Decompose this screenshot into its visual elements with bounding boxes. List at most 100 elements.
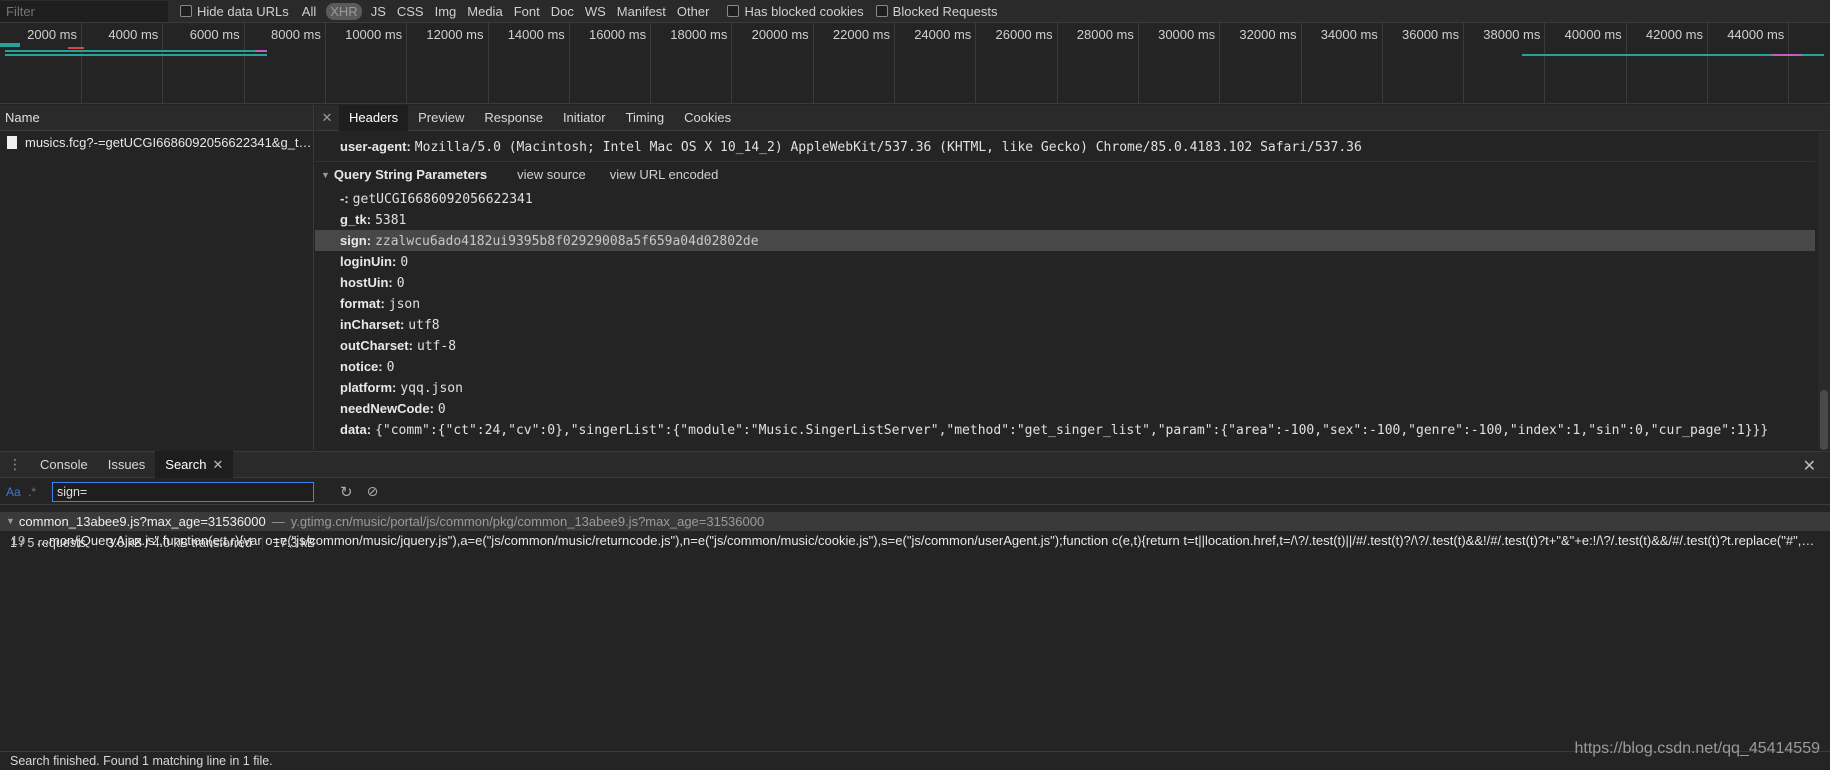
result-match-row[interactable]: 19 …mon/jQueryAjax.js",function(e,t,r){v… [0,531,1830,550]
overview-bar [1772,54,1802,56]
param-value: utf8 [408,318,440,333]
type-filter-all[interactable]: All [298,3,320,20]
close-details-icon[interactable]: ✕ [315,110,339,126]
overview-bar [5,54,267,56]
details-tabbar: ✕ Headers Preview Response Initiator Tim… [315,104,1830,131]
search-toolbar: Aa .* ↻ ⊘ [0,479,1830,505]
result-file-row[interactable]: ▼ common_13abee9.js?max_age=31536000 — y… [0,512,1830,531]
regex-toggle[interactable]: .* [28,485,46,499]
request-details-panel: ✕ Headers Preview Response Initiator Tim… [315,104,1830,450]
param-value: utf-8 [416,339,457,354]
timeline-tick-label: 36000 ms [1402,27,1460,42]
timeline-tick-label: 8000 ms [271,27,321,42]
timeline-gridline [1463,23,1465,104]
query-param-row: data: {"comm":{"ct":24,"cv":0},"singerLis… [315,419,1815,440]
timeline-gridline [406,23,408,104]
checkbox-icon [180,5,192,17]
match-line-number: 19 [10,533,26,548]
tab-timing[interactable]: Timing [616,105,675,131]
param-value: 0 [396,276,405,291]
timeline-tick-label: 34000 ms [1320,27,1378,42]
param-key: hostUin: [340,275,393,290]
has-blocked-cookies-checkbox[interactable]: Has blocked cookies [727,3,864,19]
param-value: {"comm":{"ct":24,"cv":0},"singerList":{"… [375,423,1769,438]
search-results: ▼ common_13abee9.js?max_age=31536000 — y… [0,512,1830,550]
param-key: needNewCode: [340,401,434,416]
drawer-tab-console[interactable]: Console [30,451,98,478]
timeline-gridline [1137,23,1139,104]
type-filter-css[interactable]: CSS [393,3,428,20]
timeline-gridline [81,23,82,104]
close-drawer-icon[interactable]: ✕ [1803,456,1816,476]
checkbox-icon [875,5,888,17]
timeline-tick-label: 28000 ms [1076,27,1134,42]
tab-initiator[interactable]: Initiator [553,105,616,131]
timeline-tick-label: 22000 ms [832,27,890,42]
close-tab-icon[interactable]: ✕ [212,457,223,472]
type-filter-media[interactable]: Media [463,3,506,20]
param-key: g_tk: [340,212,372,227]
document-icon [7,135,17,149]
tab-cookies[interactable]: Cookies [674,105,741,131]
refresh-icon[interactable]: ↻ [340,483,353,501]
hide-data-urls-checkbox[interactable]: Hide data URLs [180,4,289,19]
param-key: inCharset: [340,317,405,332]
tab-headers[interactable]: Headers [339,104,409,131]
network-filter-bar: Hide data URLs All XHR JS CSS Img Media … [0,0,1830,23]
param-value: 5381 [375,213,407,228]
type-filter-doc[interactable]: Doc [547,3,578,20]
details-scrollbar[interactable] [1818,132,1830,450]
timeline-gridline [812,23,814,104]
query-param-row: needNewCode: 0 [315,398,1815,419]
param-key: -: [340,191,349,206]
type-filter-manifest[interactable]: Manifest [613,3,670,20]
clear-icon[interactable]: ⊘ [367,483,379,500]
triangle-down-icon: ▼ [6,516,15,526]
has-blocked-cookies-label: Has blocked cookies [744,3,864,19]
blocked-requests-label: Blocked Requests [892,3,998,19]
query-param-row: g_tk: 5381 [315,209,1815,230]
timeline-gridline [1381,23,1383,104]
drawer-tab-issues[interactable]: Issues [98,451,156,478]
result-file-path: y.gtimg.cn/music/portal/js/common/pkg/co… [290,514,765,529]
request-list-panel: Name musics.fcg?-=getUCGI668609205662234… [0,105,314,550]
type-filter-xhr[interactable]: XHR [326,2,362,20]
query-param-row: format: json [315,293,1815,314]
name-column-header[interactable]: Name [0,105,313,131]
more-options-icon[interactable]: ⋮ [0,456,30,473]
request-name: musics.fcg?-=getUCGI6686092056622341&g_t… [25,134,313,150]
type-filter-img[interactable]: Img [431,3,461,20]
network-overview-timeline[interactable]: 2000 ms 4000 ms 6000 ms 8000 ms 10000 ms 1200… [0,23,1830,104]
timeline-gridline [568,23,570,104]
type-filter-other[interactable]: Other [673,3,714,20]
param-key: notice: [340,359,383,374]
timeline-gridline [1219,23,1221,104]
query-string-section-header[interactable]: ▼ Query String Parameters view source vi… [315,162,1815,188]
query-params-list: -: getUCGI6686092056622341 g_tk: 5381 sign: z… [315,188,1815,440]
view-source-button[interactable]: view source [517,162,586,188]
timeline-gridline [487,23,489,104]
tab-preview[interactable]: Preview [408,105,474,131]
scrollbar-thumb[interactable] [1820,390,1828,450]
query-param-row: loginUin: 0 [315,251,1815,272]
drawer-tab-search[interactable]: Search ✕ [155,451,234,478]
tab-response[interactable]: Response [474,105,553,131]
timeline-gridline [894,23,895,104]
type-filter-ws[interactable]: WS [581,3,610,20]
param-key: platform: [340,380,397,395]
filter-input[interactable] [0,0,168,22]
param-key: format: [340,296,385,311]
search-input[interactable] [52,481,314,502]
header-value: Mozilla/5.0 (Macintosh; Intel Mac OS X 1… [414,140,1362,155]
request-row[interactable]: musics.fcg?-=getUCGI6686092056622341&g_t… [0,131,313,153]
timeline-gridline [1788,23,1790,104]
blocked-requests-checkbox[interactable]: Blocked Requests [875,3,998,19]
type-filter-font[interactable]: Font [510,3,544,20]
match-case-toggle[interactable]: Aa [6,485,24,499]
timeline-tick-label: 2000 ms [27,27,77,42]
drawer-tabbar: ⋮ Console Issues Search ✕ ✕ [0,451,1830,478]
param-key: outCharset: [340,338,413,353]
timeline-gridline [324,23,326,104]
type-filter-js[interactable]: JS [367,3,390,20]
view-url-encoded-button[interactable]: view URL encoded [610,162,719,188]
